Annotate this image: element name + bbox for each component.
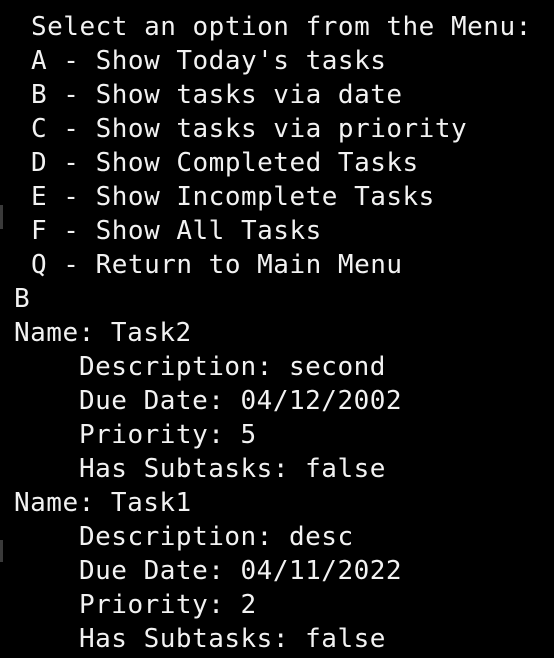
- task-description: Description: desc: [79, 522, 354, 552]
- task-description: Description: second: [79, 352, 386, 382]
- task-name: Name: Task2: [14, 318, 192, 348]
- task-due-date: Due Date: 04/12/2002: [79, 386, 403, 416]
- user-input-line: B: [14, 284, 31, 314]
- terminal-window[interactable]: Select an option from the Menu: A - Show…: [0, 0, 554, 658]
- task-has-subtasks: Has Subtasks: false: [79, 454, 386, 484]
- menu-option-d: D - Show Completed Tasks: [31, 148, 419, 178]
- window-edge-mark: [0, 205, 3, 229]
- task-name: Name: Task1: [14, 488, 192, 518]
- menu-prompt: Select an option from the Menu:: [31, 12, 532, 42]
- window-edge-mark: [0, 540, 3, 562]
- task-priority: Priority: 5: [79, 420, 257, 450]
- task-due-date: Due Date: 04/11/2022: [79, 556, 403, 586]
- menu-option-a: A - Show Today's tasks: [31, 46, 387, 76]
- menu-option-q: Q - Return to Main Menu: [31, 250, 403, 280]
- menu-option-e: E - Show Incomplete Tasks: [31, 182, 435, 212]
- menu-option-b: B - Show tasks via date: [31, 80, 403, 110]
- task-priority: Priority: 2: [79, 590, 257, 620]
- menu-option-c: C - Show tasks via priority: [31, 114, 468, 144]
- task-has-subtasks: Has Subtasks: false: [79, 624, 386, 654]
- menu-option-f: F - Show All Tasks: [31, 216, 322, 246]
